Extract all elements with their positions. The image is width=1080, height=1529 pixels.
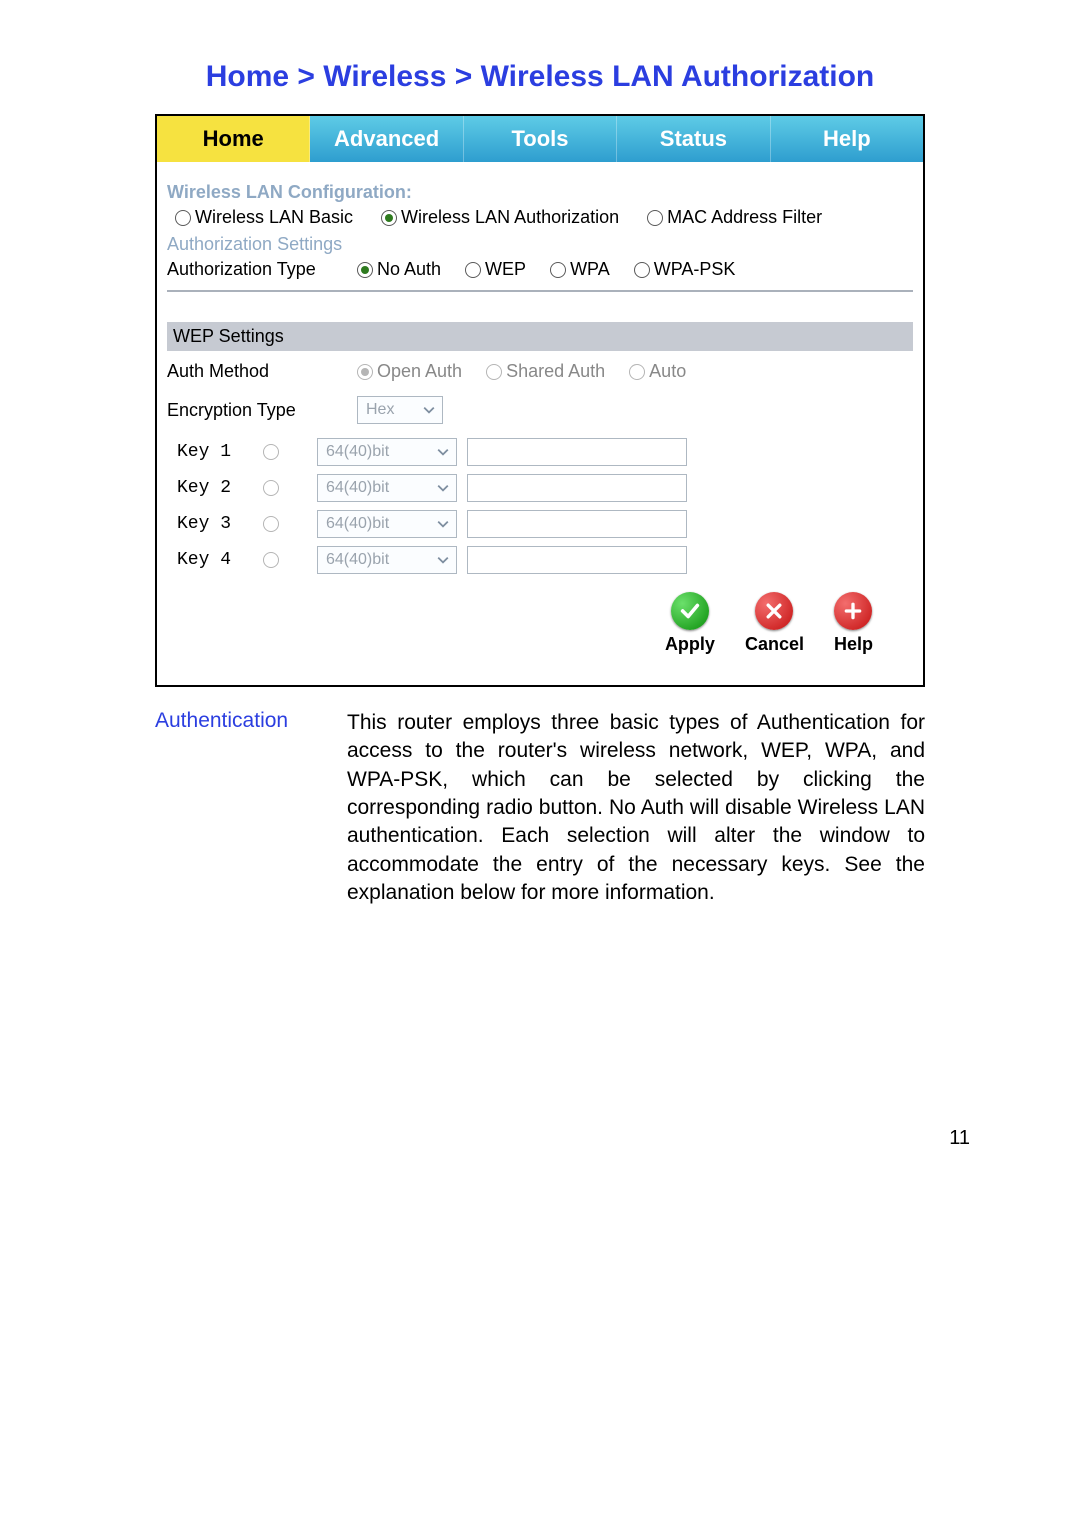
- check-icon: [679, 600, 701, 622]
- radio-icon: [357, 262, 373, 278]
- chevron-down-icon: [434, 482, 452, 494]
- wlan-opt-mac-filter[interactable]: MAC Address Filter: [647, 207, 822, 228]
- auth-type-label: Authorization Type: [167, 259, 357, 280]
- wlan-config-heading: Wireless LAN Configuration:: [167, 182, 913, 203]
- auth-method-open[interactable]: Open Auth: [357, 361, 462, 382]
- radio-label: Wireless LAN Basic: [195, 207, 353, 228]
- description-term: Authentication: [155, 709, 335, 907]
- key2-radio[interactable]: [263, 480, 279, 496]
- radio-label: Wireless LAN Authorization: [401, 207, 619, 228]
- breadcrumb: Home > Wireless > Wireless LAN Authoriza…: [110, 60, 970, 94]
- radio-icon: [486, 364, 502, 380]
- help-label: Help: [834, 634, 873, 655]
- tab-help[interactable]: Help: [771, 116, 923, 162]
- select-value: 64(40)bit: [326, 479, 389, 497]
- key4-label: Key 4: [177, 550, 253, 570]
- tab-bar: Home Advanced Tools Status Help: [157, 116, 923, 162]
- key1-radio[interactable]: [263, 444, 279, 460]
- radio-icon: [175, 210, 191, 226]
- action-buttons: Apply Cancel Help: [167, 592, 913, 655]
- key3-radio[interactable]: [263, 516, 279, 532]
- key1-label: Key 1: [177, 442, 253, 462]
- radio-label: WEP: [485, 259, 526, 280]
- tab-home[interactable]: Home: [157, 116, 310, 162]
- cancel-label: Cancel: [745, 634, 804, 655]
- wlan-opt-authorization[interactable]: Wireless LAN Authorization: [381, 207, 619, 228]
- radio-icon: [357, 364, 373, 380]
- radio-icon: [465, 262, 481, 278]
- key2-bits-select[interactable]: 64(40)bit: [317, 474, 457, 502]
- auth-type-noauth[interactable]: No Auth: [357, 259, 441, 280]
- key1-input[interactable]: [467, 438, 687, 466]
- key4-radio[interactable]: [263, 552, 279, 568]
- wep-settings-heading: WEP Settings: [167, 322, 913, 351]
- select-value: 64(40)bit: [326, 515, 389, 533]
- chevron-down-icon: [434, 446, 452, 458]
- radio-icon: [647, 210, 663, 226]
- wlan-opt-basic[interactable]: Wireless LAN Basic: [175, 207, 353, 228]
- config-panel: Home Advanced Tools Status Help Wireless…: [155, 114, 925, 687]
- auth-method-shared[interactable]: Shared Auth: [486, 361, 605, 382]
- radio-label: WPA-PSK: [654, 259, 736, 280]
- select-value: 64(40)bit: [326, 443, 389, 461]
- chevron-down-icon: [434, 518, 452, 530]
- radio-icon: [381, 210, 397, 226]
- key3-bits-select[interactable]: 64(40)bit: [317, 510, 457, 538]
- select-value: Hex: [366, 401, 394, 419]
- key2-input[interactable]: [467, 474, 687, 502]
- radio-label: Open Auth: [377, 361, 462, 382]
- key3-label: Key 3: [177, 514, 253, 534]
- key1-bits-select[interactable]: 64(40)bit: [317, 438, 457, 466]
- encryption-type-select[interactable]: Hex: [357, 396, 443, 424]
- plus-icon: [843, 601, 863, 621]
- help-button[interactable]: [834, 592, 872, 630]
- description-body: This router employs three basic types of…: [347, 709, 925, 907]
- tab-status[interactable]: Status: [617, 116, 770, 162]
- auth-method-label: Auth Method: [167, 361, 357, 382]
- key3-input[interactable]: [467, 510, 687, 538]
- description-block: Authentication This router employs three…: [155, 709, 925, 907]
- wlan-config-options: Wireless LAN Basic Wireless LAN Authoriz…: [175, 207, 913, 228]
- page-number: 11: [110, 1127, 970, 1150]
- radio-icon: [629, 364, 645, 380]
- chevron-down-icon: [434, 554, 452, 566]
- auth-method-auto[interactable]: Auto: [629, 361, 686, 382]
- encryption-type-label: Encryption Type: [167, 400, 357, 421]
- auth-type-wpapsk[interactable]: WPA-PSK: [634, 259, 736, 280]
- cancel-button[interactable]: [755, 592, 793, 630]
- apply-button[interactable]: [671, 592, 709, 630]
- radio-icon: [634, 262, 650, 278]
- tab-tools[interactable]: Tools: [464, 116, 617, 162]
- select-value: 64(40)bit: [326, 551, 389, 569]
- radio-label: No Auth: [377, 259, 441, 280]
- radio-label: Shared Auth: [506, 361, 605, 382]
- key4-bits-select[interactable]: 64(40)bit: [317, 546, 457, 574]
- chevron-down-icon: [420, 404, 438, 416]
- close-icon: [764, 601, 784, 621]
- auth-type-wpa[interactable]: WPA: [550, 259, 610, 280]
- apply-label: Apply: [665, 634, 715, 655]
- radio-label: Auto: [649, 361, 686, 382]
- radio-label: WPA: [570, 259, 610, 280]
- key2-label: Key 2: [177, 478, 253, 498]
- auth-settings-heading: Authorization Settings: [167, 234, 913, 255]
- tab-advanced[interactable]: Advanced: [310, 116, 463, 162]
- radio-icon: [550, 262, 566, 278]
- auth-type-wep[interactable]: WEP: [465, 259, 526, 280]
- radio-label: MAC Address Filter: [667, 207, 822, 228]
- key4-input[interactable]: [467, 546, 687, 574]
- wep-keys: Key 1 64(40)bit Key 2 64(40)bit: [167, 438, 913, 574]
